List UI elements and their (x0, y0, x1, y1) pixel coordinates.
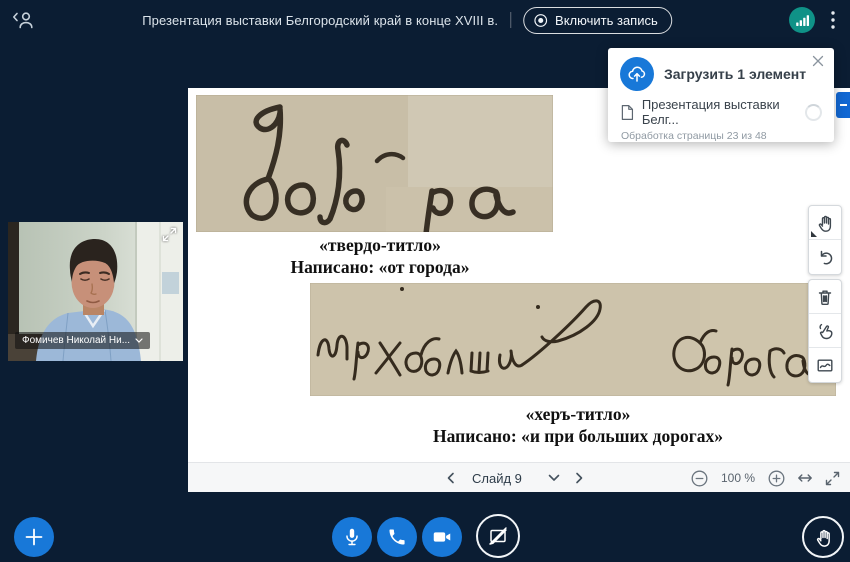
caption-bottom: «херъ-титло» Написано: «и при больших до… (398, 403, 758, 447)
participant-video-tile[interactable]: Фомичев Николай Ни... (8, 222, 183, 361)
participant-name: Фомичев Николай Ни... (22, 335, 131, 346)
draw-curve-button[interactable] (809, 348, 841, 382)
zoom-out-button[interactable] (691, 463, 708, 493)
fit-width-button[interactable] (797, 463, 813, 493)
topbar-right (789, 0, 842, 40)
zoom-in-button[interactable] (768, 463, 785, 493)
undo-button[interactable] (809, 240, 841, 274)
pointer-tool-button[interactable] (809, 314, 841, 348)
trash-icon (818, 290, 832, 305)
raise-hand-icon (816, 529, 830, 547)
prev-icon (447, 472, 454, 484)
caption-bottom-line2: Написано: «и при больших дорогах» (433, 426, 723, 446)
topbar-divider (510, 12, 512, 28)
add-content-button[interactable] (14, 517, 54, 557)
manuscript-image-bottom (310, 283, 836, 396)
connection-quality-button[interactable] (789, 7, 815, 33)
curve-chart-icon (817, 359, 833, 372)
zoom-out-icon (691, 470, 708, 486)
close-icon (812, 55, 824, 67)
participant-name-label[interactable]: Фомичев Николай Ни... (15, 332, 151, 349)
camera-button[interactable] (422, 517, 462, 557)
toolbar-group-navigation (808, 205, 842, 275)
delete-annotation-button[interactable] (809, 280, 841, 314)
upload-progress-panel: Загрузить 1 элемент Презентация выставки… (608, 48, 834, 142)
record-icon (534, 13, 547, 27)
kebab-menu-icon (831, 11, 835, 29)
chevron-down-icon (135, 338, 143, 343)
plus-icon (25, 528, 43, 546)
more-options-button[interactable] (824, 7, 842, 33)
next-slide-button[interactable] (572, 463, 586, 493)
pan-tool-button[interactable] (809, 206, 841, 240)
dropdown-icon (548, 474, 560, 481)
minimize-icon (839, 104, 847, 106)
caption-top-line2: Написано: «от города» (290, 257, 470, 277)
cloud-upload-icon (628, 66, 646, 82)
leave-meeting-button[interactable] (12, 9, 36, 31)
caption-top: «твердо-титло» Написано: «от города» (230, 234, 530, 278)
annotation-toolbar (808, 205, 842, 387)
pointer-finger-icon (819, 323, 833, 339)
manuscript-image-top (196, 95, 553, 232)
submenu-indicator (811, 231, 817, 237)
upload-title: Загрузить 1 элемент (664, 66, 807, 82)
camera-icon (433, 532, 451, 542)
document-icon (621, 104, 634, 120)
slide-number-label: Слайд 9 (472, 470, 522, 486)
fullscreen-button[interactable] (825, 463, 840, 493)
slide-footer: Слайд 9 100 % (188, 462, 850, 492)
caption-bottom-line1: «херъ-титло» (525, 404, 631, 424)
phone-icon (389, 529, 405, 545)
app-window: { "topbar": { "title": "Презентация выст… (0, 0, 850, 562)
undo-icon (820, 250, 833, 265)
microphone-button[interactable] (332, 517, 372, 557)
screen-annotation-button[interactable] (476, 514, 520, 558)
mic-icon (346, 528, 358, 546)
screen-draw-icon (489, 527, 507, 545)
call-button[interactable] (377, 517, 417, 557)
upload-file-row: Презентация выставки Белг... (608, 96, 834, 127)
upload-file-name: Презентация выставки Белг... (641, 97, 780, 127)
fit-width-icon (798, 474, 812, 482)
topbar-center: Презентация выставки Белгородский край в… (142, 0, 672, 40)
meeting-title: Презентация выставки Белгородский край в… (142, 12, 499, 28)
pan-hand-icon (818, 215, 832, 232)
record-button[interactable]: Включить запись (523, 6, 672, 34)
toolbar-group-annotate (808, 279, 842, 383)
fullscreen-icon (825, 471, 840, 485)
cloud-upload-badge (620, 57, 654, 91)
leave-person-icon (13, 12, 33, 29)
expand-tile-button[interactable] (162, 226, 178, 242)
zoom-level-label: 100 % (720, 471, 755, 485)
slide-nav-group: Слайд 9 (444, 463, 586, 493)
topbar: Презентация выставки Белгородский край в… (0, 0, 850, 40)
presentation-panel: «твердо-титло» Написано: «от города» «хе… (188, 88, 850, 492)
zoom-in-icon (768, 470, 785, 486)
side-panel-tab[interactable] (836, 92, 850, 118)
upload-progress-text: Обработка страницы 23 из 48 (621, 130, 767, 142)
caption-top-line1: «твердо-титло» (319, 235, 441, 255)
raise-hand-button[interactable] (802, 516, 844, 558)
upload-spinner (805, 103, 822, 121)
record-button-label: Включить запись (555, 12, 658, 28)
next-icon (576, 472, 583, 484)
upload-header: Загрузить 1 элемент (608, 48, 834, 96)
signal-bars-icon (795, 14, 809, 26)
slide-list-dropdown[interactable] (548, 463, 560, 493)
expand-icon (162, 227, 177, 241)
zoom-controls: 100 % (691, 463, 840, 493)
close-upload-panel-button[interactable] (812, 54, 826, 68)
previous-slide-button[interactable] (444, 463, 458, 493)
